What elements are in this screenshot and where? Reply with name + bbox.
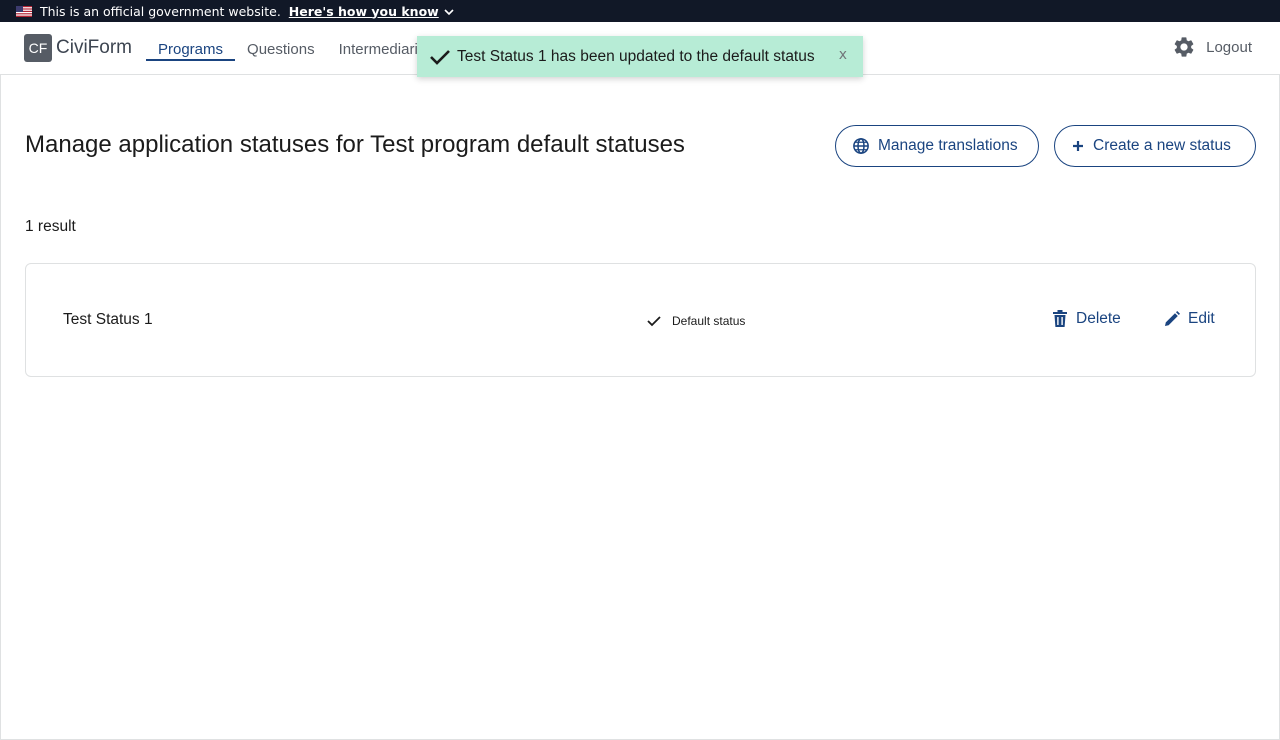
page-title: Manage application statuses for Test pro… bbox=[25, 131, 685, 158]
us-flag-icon bbox=[16, 5, 32, 17]
check-icon bbox=[646, 315, 662, 327]
trash-icon bbox=[1052, 310, 1068, 328]
logout-link[interactable]: Logout bbox=[1206, 39, 1252, 56]
main-content: Manage application statuses for Test pro… bbox=[0, 75, 1280, 740]
toast-close-button[interactable]: x bbox=[839, 47, 847, 63]
edit-status-button[interactable]: Edit bbox=[1164, 310, 1215, 328]
nav-item-programs[interactable]: Programs bbox=[146, 22, 236, 75]
chevron-down-icon bbox=[444, 4, 454, 19]
toast-message: Test Status 1 has been updated to the de… bbox=[457, 47, 815, 65]
create-status-button[interactable]: Create a new status bbox=[1054, 125, 1256, 167]
logo-mark: CF bbox=[24, 34, 52, 62]
how-you-know-link[interactable]: Here's how you know bbox=[289, 4, 454, 19]
check-icon bbox=[429, 49, 451, 71]
how-you-know-label: Here's how you know bbox=[288, 3, 439, 19]
nav-item-questions[interactable]: Questions bbox=[235, 22, 327, 75]
plus-icon bbox=[1071, 139, 1085, 153]
gov-banner-text: This is an official government website. bbox=[40, 3, 281, 19]
result-count: 1 result bbox=[25, 218, 76, 235]
logo-text: CiviForm bbox=[56, 37, 132, 58]
civiform-logo[interactable]: CF CiviForm bbox=[24, 34, 132, 62]
create-status-label: Create a new status bbox=[1093, 137, 1231, 154]
manage-translations-button[interactable]: Manage translations bbox=[835, 125, 1039, 167]
success-toast: Test Status 1 has been updated to the de… bbox=[417, 36, 863, 77]
government-banner: This is an official government website. … bbox=[0, 0, 1280, 22]
delete-status-button[interactable]: Delete bbox=[1052, 310, 1121, 328]
status-name: Test Status 1 bbox=[63, 311, 153, 328]
delete-label: Delete bbox=[1076, 310, 1121, 327]
globe-icon bbox=[852, 137, 870, 155]
edit-label: Edit bbox=[1188, 310, 1215, 327]
status-row: Test Status 1 Default status Delete Edit bbox=[25, 263, 1256, 377]
default-status-badge: Default status bbox=[646, 314, 745, 328]
default-status-label: Default status bbox=[672, 314, 746, 328]
gear-icon[interactable] bbox=[1172, 35, 1196, 59]
manage-translations-label: Manage translations bbox=[878, 137, 1018, 154]
header-actions: Logout bbox=[1172, 35, 1252, 59]
pencil-icon bbox=[1164, 311, 1180, 327]
